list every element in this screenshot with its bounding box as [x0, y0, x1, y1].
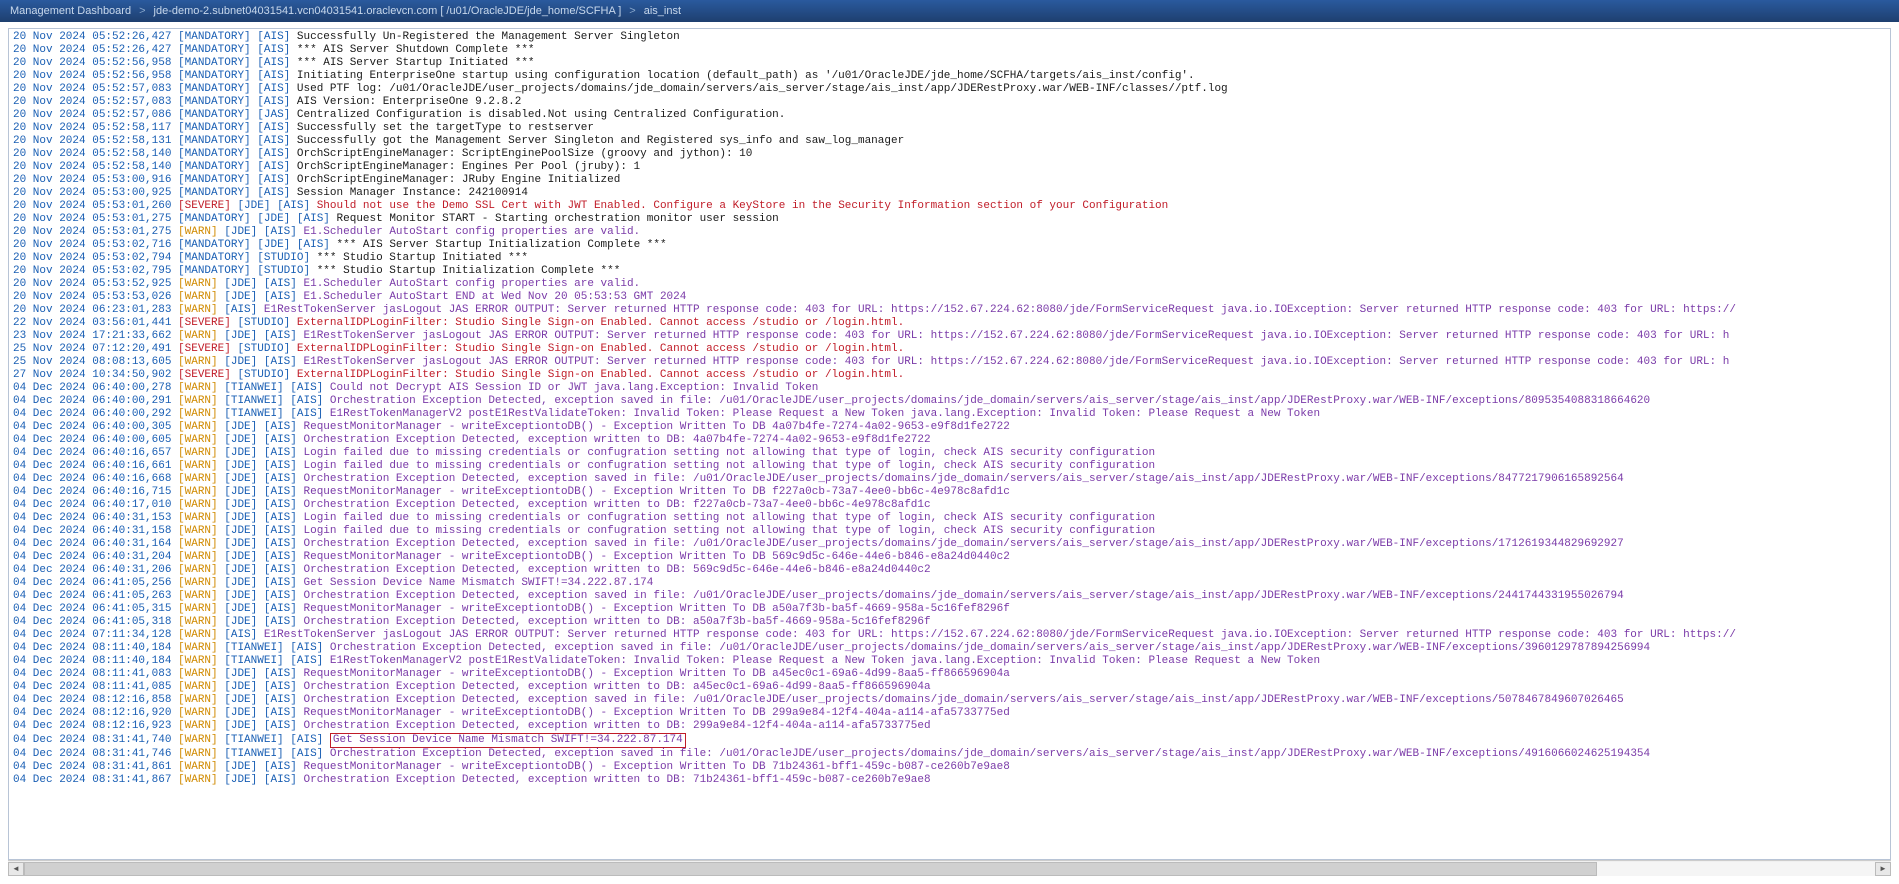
scroll-thumb[interactable]: [24, 862, 1597, 876]
log-line: 20 Nov 2024 05:52:58,140 [MANDATORY] [AI…: [13, 161, 1886, 174]
log-line: 20 Nov 2024 05:53:02,716 [MANDATORY] [JD…: [13, 239, 1886, 252]
log-line: 20 Nov 2024 05:53:01,260 [SEVERE] [JDE] …: [13, 200, 1886, 213]
log-line: 20 Nov 2024 06:23:01,283 [WARN] [AIS] E1…: [13, 304, 1886, 317]
scroll-left-arrow[interactable]: ◄: [8, 862, 24, 876]
log-viewer[interactable]: 20 Nov 2024 05:52:26,427 [MANDATORY] [AI…: [8, 28, 1891, 860]
log-line: 04 Dec 2024 06:40:00,291 [WARN] [TIANWEI…: [13, 395, 1886, 408]
log-line: 04 Dec 2024 06:40:00,292 [WARN] [TIANWEI…: [13, 408, 1886, 421]
log-line: 04 Dec 2024 08:11:40,184 [WARN] [TIANWEI…: [13, 642, 1886, 655]
breadcrumb-current: ais_inst: [644, 5, 681, 17]
log-line: 04 Dec 2024 06:40:17,010 [WARN] [JDE] [A…: [13, 499, 1886, 512]
log-line: 04 Dec 2024 06:40:16,661 [WARN] [JDE] [A…: [13, 460, 1886, 473]
log-line: 20 Nov 2024 05:52:57,086 [MANDATORY] [JA…: [13, 109, 1886, 122]
log-line: 04 Dec 2024 06:40:00,278 [WARN] [TIANWEI…: [13, 382, 1886, 395]
log-lines: 20 Nov 2024 05:52:26,427 [MANDATORY] [AI…: [9, 29, 1890, 789]
log-line: 04 Dec 2024 08:11:40,184 [WARN] [TIANWEI…: [13, 655, 1886, 668]
log-line: 04 Dec 2024 06:40:31,158 [WARN] [JDE] [A…: [13, 525, 1886, 538]
scroll-track[interactable]: [24, 862, 1875, 876]
log-line: 04 Dec 2024 08:31:41,746 [WARN] [TIANWEI…: [13, 748, 1886, 761]
log-line: 04 Dec 2024 06:41:05,256 [WARN] [JDE] [A…: [13, 577, 1886, 590]
log-line: 04 Dec 2024 06:40:16,657 [WARN] [JDE] [A…: [13, 447, 1886, 460]
log-line: 04 Dec 2024 06:40:31,164 [WARN] [JDE] [A…: [13, 538, 1886, 551]
log-line: 04 Dec 2024 06:40:00,305 [WARN] [JDE] [A…: [13, 421, 1886, 434]
log-line: 04 Dec 2024 08:12:16,920 [WARN] [JDE] [A…: [13, 707, 1886, 720]
breadcrumb-separator: >: [139, 5, 145, 17]
log-line: 04 Dec 2024 06:40:31,204 [WARN] [JDE] [A…: [13, 551, 1886, 564]
breadcrumb-host[interactable]: jde-demo-2.subnet04031541.vcn04031541.or…: [154, 5, 622, 17]
log-line: 20 Nov 2024 05:52:58,140 [MANDATORY] [AI…: [13, 148, 1886, 161]
log-line: 04 Dec 2024 06:40:16,668 [WARN] [JDE] [A…: [13, 473, 1886, 486]
log-line: 04 Dec 2024 06:40:00,605 [WARN] [JDE] [A…: [13, 434, 1886, 447]
log-line: 22 Nov 2024 03:56:01,441 [SEVERE] [STUDI…: [13, 317, 1886, 330]
main-content: 20 Nov 2024 05:52:26,427 [MANDATORY] [AI…: [0, 22, 1899, 884]
log-line: 27 Nov 2024 10:34:50,902 [SEVERE] [STUDI…: [13, 369, 1886, 382]
log-line: 23 Nov 2024 17:21:33,662 [WARN] [JDE] [A…: [13, 330, 1886, 343]
log-line: 04 Dec 2024 07:11:34,128 [WARN] [AIS] E1…: [13, 629, 1886, 642]
horizontal-scrollbar[interactable]: ◄ ►: [8, 860, 1891, 876]
log-line: 20 Nov 2024 05:52:58,131 [MANDATORY] [AI…: [13, 135, 1886, 148]
log-line: 25 Nov 2024 07:12:20,491 [SEVERE] [STUDI…: [13, 343, 1886, 356]
log-line: 20 Nov 2024 05:52:57,083 [MANDATORY] [AI…: [13, 96, 1886, 109]
log-line: 04 Dec 2024 06:40:31,153 [WARN] [JDE] [A…: [13, 512, 1886, 525]
log-line: 20 Nov 2024 05:53:52,925 [WARN] [JDE] [A…: [13, 278, 1886, 291]
log-line: 20 Nov 2024 05:53:01,275 [WARN] [JDE] [A…: [13, 226, 1886, 239]
log-line: 04 Dec 2024 06:41:05,263 [WARN] [JDE] [A…: [13, 590, 1886, 603]
log-line: 04 Dec 2024 08:12:16,858 [WARN] [JDE] [A…: [13, 694, 1886, 707]
log-line: 20 Nov 2024 05:52:57,083 [MANDATORY] [AI…: [13, 83, 1886, 96]
log-line: 20 Nov 2024 05:52:58,117 [MANDATORY] [AI…: [13, 122, 1886, 135]
log-line: 20 Nov 2024 05:53:00,925 [MANDATORY] [AI…: [13, 187, 1886, 200]
log-line: 20 Nov 2024 05:53:01,275 [MANDATORY] [JD…: [13, 213, 1886, 226]
highlighted-log-message: Get Session Device Name Mismatch SWIFT!=…: [330, 733, 686, 748]
scroll-right-arrow[interactable]: ►: [1875, 862, 1891, 876]
breadcrumb-separator: >: [629, 5, 635, 17]
log-line: 20 Nov 2024 05:53:00,916 [MANDATORY] [AI…: [13, 174, 1886, 187]
log-line: 04 Dec 2024 08:31:41,867 [WARN] [JDE] [A…: [13, 774, 1886, 787]
log-line: 04 Dec 2024 08:12:16,923 [WARN] [JDE] [A…: [13, 720, 1886, 733]
log-line: 20 Nov 2024 05:52:56,958 [MANDATORY] [AI…: [13, 57, 1886, 70]
log-line: 20 Nov 2024 05:52:26,427 [MANDATORY] [AI…: [13, 31, 1886, 44]
log-line: 04 Dec 2024 06:40:16,715 [WARN] [JDE] [A…: [13, 486, 1886, 499]
breadcrumb-management-dashboard[interactable]: Management Dashboard: [10, 5, 131, 17]
log-line: 04 Dec 2024 06:41:05,315 [WARN] [JDE] [A…: [13, 603, 1886, 616]
log-line: 20 Nov 2024 05:52:56,958 [MANDATORY] [AI…: [13, 70, 1886, 83]
log-line: 04 Dec 2024 08:11:41,083 [WARN] [JDE] [A…: [13, 668, 1886, 681]
log-line: 04 Dec 2024 06:40:31,206 [WARN] [JDE] [A…: [13, 564, 1886, 577]
log-line: 20 Nov 2024 05:53:02,794 [MANDATORY] [ST…: [13, 252, 1886, 265]
log-line: 04 Dec 2024 08:11:41,085 [WARN] [JDE] [A…: [13, 681, 1886, 694]
log-line: 04 Dec 2024 06:41:05,318 [WARN] [JDE] [A…: [13, 616, 1886, 629]
log-line: 20 Nov 2024 05:53:53,026 [WARN] [JDE] [A…: [13, 291, 1886, 304]
log-line: 04 Dec 2024 08:31:41,861 [WARN] [JDE] [A…: [13, 761, 1886, 774]
log-line: 20 Nov 2024 05:53:02,795 [MANDATORY] [ST…: [13, 265, 1886, 278]
log-line: 04 Dec 2024 08:31:41,740 [WARN] [TIANWEI…: [13, 733, 1886, 748]
log-line: 20 Nov 2024 05:52:26,427 [MANDATORY] [AI…: [13, 44, 1886, 57]
log-line: 25 Nov 2024 08:08:13,605 [WARN] [JDE] [A…: [13, 356, 1886, 369]
breadcrumb: Management Dashboard > jde-demo-2.subnet…: [0, 0, 1899, 22]
